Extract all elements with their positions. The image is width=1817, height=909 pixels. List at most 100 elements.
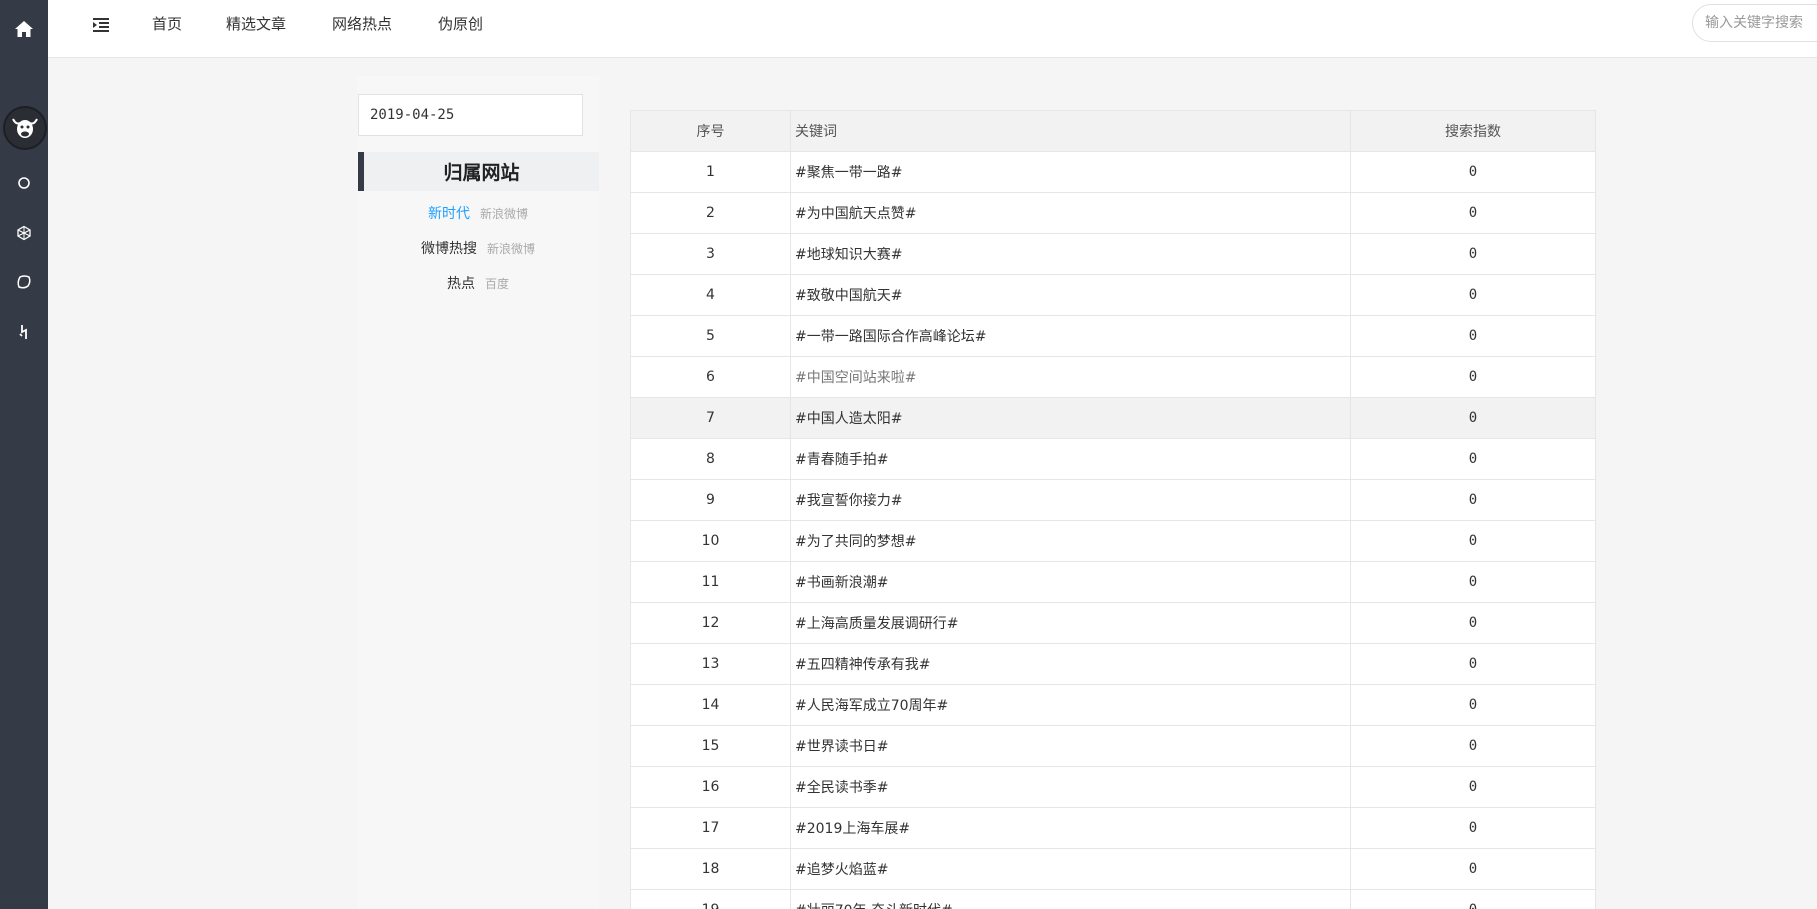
cell-search-index: 0	[1350, 643, 1596, 685]
table-row[interactable]: 12 #上海高质量发展调研行# 0	[630, 602, 1596, 644]
cell-index: 9	[630, 479, 791, 521]
chat-icon	[17, 275, 31, 289]
source-name: 微博热搜	[420, 241, 477, 257]
indent-menu-icon	[93, 18, 109, 32]
cell-index: 18	[630, 848, 791, 890]
keyword-table-container: 序号 关键词 搜索指数 1 #聚焦一带一路# 0 2 #为中国航天点赞# 0 3 #地球知识大…	[630, 110, 1596, 909]
cell-search-index: 0	[1350, 807, 1596, 849]
cell-search-index: 0	[1350, 192, 1596, 234]
cell-index: 1	[630, 151, 791, 193]
cell-search-index: 0	[1350, 233, 1596, 275]
table-row[interactable]: 7 #中国人造太阳# 0	[630, 397, 1596, 439]
bull-logo-icon	[12, 118, 38, 138]
cell-index: 19	[630, 889, 791, 909]
cell-search-index: 0	[1350, 725, 1596, 767]
filter-panel: 归属网站 新时代 新浪微博 微博热搜 新浪微博 热点 百度	[357, 76, 599, 909]
table-row[interactable]: 19#壮丽70年 奋斗新时代#0	[630, 889, 1596, 909]
table-row[interactable]: 13 #五四精神传承有我# 0	[630, 643, 1596, 685]
date-input[interactable]	[358, 94, 583, 136]
cell-keyword: #中国人造太阳#	[790, 397, 1351, 439]
source-item-baidu-hot[interactable]: 热点 百度	[357, 273, 599, 295]
left-sidebar	[0, 0, 48, 909]
source-platform: 新浪微博	[479, 207, 528, 221]
cell-index: 13	[630, 643, 791, 685]
table-row[interactable]: 4 #致敬中国航天# 0	[630, 274, 1596, 316]
table-row[interactable]: 14 #人民海军成立70周年# 0	[630, 684, 1596, 726]
cell-index: 4	[630, 274, 791, 316]
cell-search-index: 0	[1350, 479, 1596, 521]
cell-keyword: #上海高质量发展调研行#	[790, 602, 1351, 644]
table-row[interactable]: 3 #地球知识大赛# 0	[630, 233, 1596, 275]
cell-index: 11	[630, 561, 791, 603]
header-search-index: 搜索指数	[1350, 110, 1596, 152]
keyword-table: 序号 关键词 搜索指数 1 #聚焦一带一路# 0 2 #为中国航天点赞# 0 3 #地球知识大…	[630, 110, 1596, 909]
top-header: 首页 精选文章 网络热点 伪原创	[48, 0, 1817, 58]
table-row[interactable]: 5 #一带一路国际合作高峰论坛# 0	[630, 315, 1596, 357]
source-item-xinshidai[interactable]: 新时代 新浪微博	[357, 203, 599, 225]
table-row[interactable]: 2 #为中国航天点赞# 0	[630, 192, 1596, 234]
cell-search-index: 0	[1350, 356, 1596, 398]
source-item-weibo-hot[interactable]: 微博热搜 新浪微博	[357, 238, 599, 260]
source-name: 热点	[446, 276, 475, 292]
table-row[interactable]: 9 #我宣誓你接力# 0	[630, 479, 1596, 521]
nav-pseudo-original[interactable]: 伪原创	[438, 14, 483, 34]
source-platform: 新浪微博	[486, 242, 535, 256]
cell-search-index: 0	[1350, 274, 1596, 316]
nav-featured-articles[interactable]: 精选文章	[226, 14, 286, 34]
cell-keyword: #我宣誓你接力#	[790, 479, 1351, 521]
cell-search-index: 0	[1350, 889, 1596, 909]
cell-index: 15	[630, 725, 791, 767]
cell-keyword: #追梦火焰蓝#	[790, 848, 1351, 890]
cell-search-index: 0	[1350, 397, 1596, 439]
table-row[interactable]: 11 #书画新浪潮# 0	[630, 561, 1596, 603]
table-row[interactable]: 10 #为了共同的梦想# 0	[630, 520, 1596, 562]
cell-index: 10	[630, 520, 791, 562]
cell-index: 5	[630, 315, 791, 357]
cell-keyword: #青春随手拍#	[790, 438, 1351, 480]
cell-keyword: #为中国航天点赞#	[790, 192, 1351, 234]
cell-search-index: 0	[1350, 602, 1596, 644]
nav-home[interactable]: 首页	[152, 14, 182, 34]
cell-keyword: #为了共同的梦想#	[790, 520, 1351, 562]
cell-keyword: #地球知识大赛#	[790, 233, 1351, 275]
source-name: 新时代	[427, 206, 470, 222]
sidebar-nav-chat[interactable]	[0, 267, 48, 297]
cell-search-index: 0	[1350, 315, 1596, 357]
cell-index: 8	[630, 438, 791, 480]
cell-keyword: #聚焦一带一路#	[790, 151, 1351, 193]
cell-index: 3	[630, 233, 791, 275]
table-row[interactable]: 17 #2019上海车展# 0	[630, 807, 1596, 849]
cell-search-index: 0	[1350, 848, 1596, 890]
menu-toggle-button[interactable]	[91, 15, 111, 35]
table-row[interactable]: 15 #世界读书日# 0	[630, 725, 1596, 767]
sidebar-nav-circle[interactable]	[0, 168, 48, 198]
cell-index: 2	[630, 192, 791, 234]
sidebar-nav-network[interactable]	[0, 218, 48, 248]
home-button[interactable]	[0, 0, 48, 57]
table-row[interactable]: 16 #全民读书季# 0	[630, 766, 1596, 808]
cell-index: 7	[630, 397, 791, 439]
network-icon	[17, 225, 31, 241]
table-header-row: 序号 关键词 搜索指数	[630, 110, 1596, 152]
cell-keyword: #全民读书季#	[790, 766, 1351, 808]
cell-search-index: 0	[1350, 151, 1596, 193]
nav-web-hotspots[interactable]: 网络热点	[332, 14, 392, 34]
cell-search-index: 0	[1350, 684, 1596, 726]
header-index: 序号	[630, 110, 791, 152]
table-row[interactable]: 1 #聚焦一带一路# 0	[630, 151, 1596, 193]
avatar[interactable]	[3, 106, 47, 150]
header-keyword: 关键词	[790, 110, 1351, 152]
cell-index: 6	[630, 356, 791, 398]
cell-index: 17	[630, 807, 791, 849]
cell-search-index: 0	[1350, 520, 1596, 562]
cell-search-index: 0	[1350, 766, 1596, 808]
cell-keyword: #五四精神传承有我#	[790, 643, 1351, 685]
table-row[interactable]: 6 #中国空间站来啦# 0	[630, 356, 1596, 398]
table-row[interactable]: 8 #青春随手拍# 0	[630, 438, 1596, 480]
search-input[interactable]	[1692, 4, 1817, 42]
cell-keyword: #壮丽70年 奋斗新时代#	[790, 889, 1351, 909]
home-icon	[15, 20, 33, 37]
table-row[interactable]: 18 #追梦火焰蓝# 0	[630, 848, 1596, 890]
sidebar-nav-bolt[interactable]	[0, 317, 48, 347]
cell-index: 12	[630, 602, 791, 644]
